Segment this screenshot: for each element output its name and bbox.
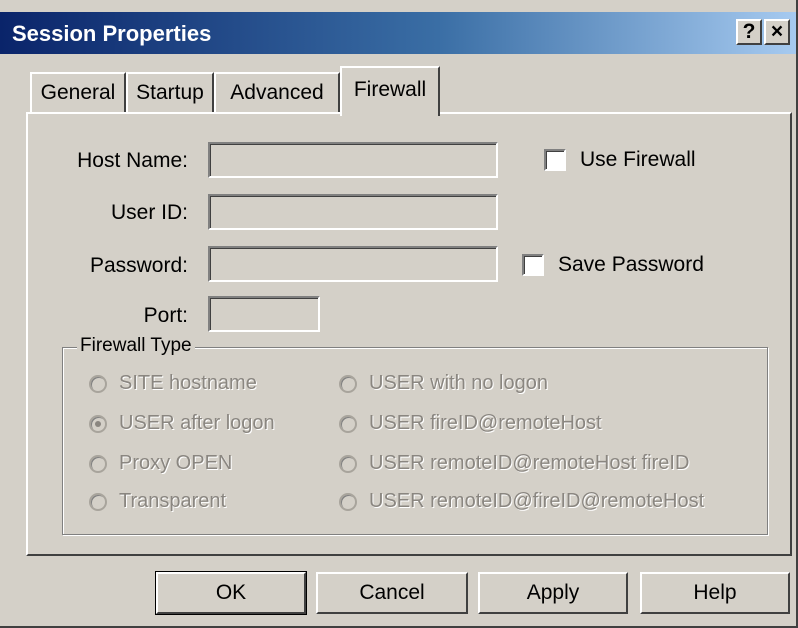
session-properties-dialog: Session Properties ? × General Startup A… [0, 0, 798, 628]
save-password-label: Save Password [558, 253, 704, 276]
radio-button[interactable] [339, 374, 357, 393]
tab-firewall[interactable]: Firewall [340, 66, 440, 116]
close-button[interactable]: × [764, 19, 790, 45]
help-button[interactable]: Help [640, 572, 790, 614]
tab-startup[interactable]: Startup [126, 72, 214, 112]
tab-general[interactable]: General [30, 72, 126, 112]
radio-user-remoteid-fireid-remotehost[interactable]: USER remoteID@fireID@remoteHost [339, 490, 704, 513]
radio-button[interactable] [339, 414, 357, 433]
radio-user-remoteid-remotehost-fireid[interactable]: USER remoteID@remoteHost fireID [339, 452, 689, 475]
firewall-type-group: Firewall Type SITE hostname USER after l… [62, 335, 768, 535]
radio-button-selected[interactable] [89, 414, 107, 433]
radio-label: Transparent [119, 490, 227, 512]
use-firewall-option[interactable]: Use Firewall [544, 148, 696, 172]
radio-user-after-logon[interactable]: USER after logon [89, 412, 275, 435]
radio-button[interactable] [339, 454, 357, 473]
radio-user-fireid-remotehost[interactable]: USER fireID@remoteHost [339, 412, 602, 435]
port-input[interactable] [208, 296, 320, 332]
user-id-input[interactable] [208, 194, 498, 230]
apply-button[interactable]: Apply [478, 572, 628, 614]
radio-button[interactable] [89, 374, 107, 393]
tab-advanced[interactable]: Advanced [214, 72, 340, 112]
cancel-button[interactable]: Cancel [316, 572, 468, 614]
host-name-label: Host Name: [77, 149, 188, 172]
password-label: Password: [89, 254, 188, 277]
ok-button[interactable]: OK [155, 571, 307, 615]
radio-label: USER remoteID@fireID@remoteHost [369, 490, 705, 512]
help-question-button[interactable]: ? [736, 19, 762, 45]
radio-label: Proxy OPEN [119, 452, 233, 474]
radio-label: SITE hostname [119, 372, 257, 394]
use-firewall-checkbox[interactable] [544, 149, 566, 171]
radio-label: USER with no logon [369, 372, 548, 394]
radio-transparent[interactable]: Transparent [89, 490, 226, 513]
radio-label: USER fireID@remoteHost [369, 412, 602, 434]
radio-button[interactable] [89, 492, 107, 511]
dialog-title: Session Properties [12, 21, 212, 46]
save-password-checkbox[interactable] [522, 254, 544, 276]
radio-user-no-logon[interactable]: USER with no logon [339, 372, 548, 395]
user-id-label: User ID: [110, 201, 188, 224]
radio-proxy-open[interactable]: Proxy OPEN [89, 452, 232, 475]
save-password-option[interactable]: Save Password [522, 253, 704, 277]
radio-button[interactable] [339, 492, 357, 511]
host-name-input[interactable] [208, 142, 498, 178]
radio-label: USER remoteID@remoteHost fireID [369, 452, 690, 474]
use-firewall-label: Use Firewall [580, 148, 696, 171]
radio-site-hostname[interactable]: SITE hostname [89, 372, 257, 395]
title-bar[interactable]: Session Properties ? × [0, 12, 796, 54]
radio-button[interactable] [89, 454, 107, 473]
password-input[interactable] [208, 246, 498, 282]
firewall-type-title: Firewall Type [77, 335, 195, 357]
port-label: Port: [143, 304, 188, 327]
radio-label: USER after logon [119, 412, 275, 434]
